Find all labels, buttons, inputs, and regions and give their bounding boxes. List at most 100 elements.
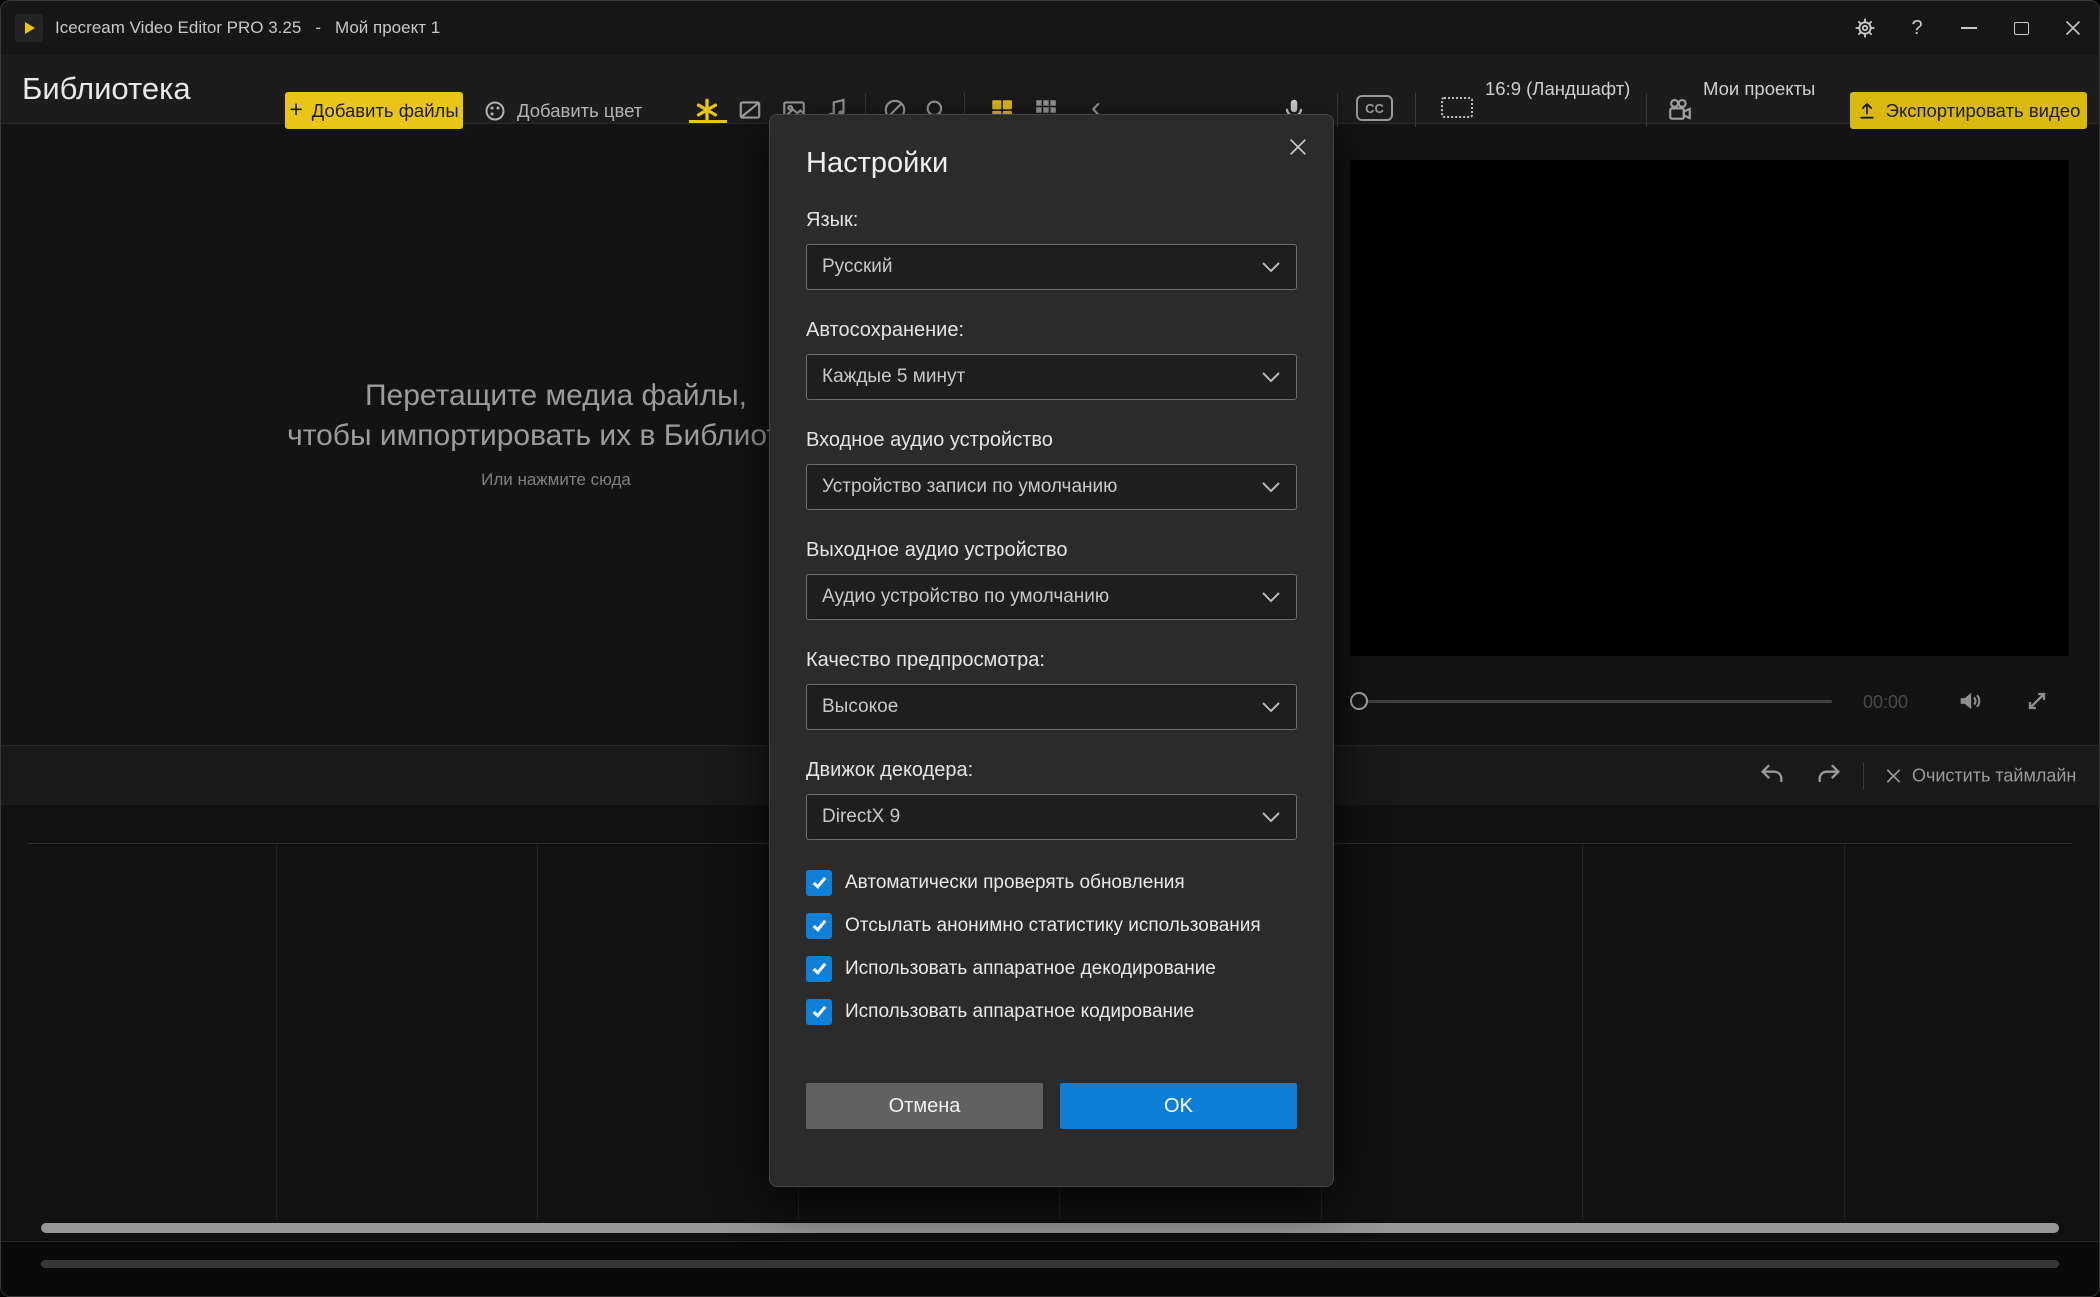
autosave-select[interactable]: Каждые 5 минут <box>806 354 1297 400</box>
fullscreen-button[interactable] <box>2022 687 2052 717</box>
my-projects-button[interactable] <box>1663 93 1697 127</box>
timeline-horizontal-scrollbar[interactable] <box>41 1223 2059 1233</box>
cc-icon: CC <box>1356 95 1393 121</box>
projects-camera-icon <box>1667 97 1693 123</box>
subtitles-button[interactable]: CC <box>1356 95 1393 121</box>
chevron-down-icon <box>1261 261 1281 273</box>
redo-icon <box>1815 760 1843 788</box>
chevron-down-icon <box>1261 371 1281 383</box>
ok-button[interactable]: OK <box>1060 1083 1297 1129</box>
close-icon <box>1287 136 1309 158</box>
palette-icon <box>483 99 507 123</box>
app-logo-icon <box>15 14 43 42</box>
clear-x-icon <box>1885 767 1902 784</box>
titlebar-actions: ? <box>1839 1 2099 55</box>
chevron-down-icon <box>1261 811 1281 823</box>
decoder-engine-field: Движок декодера: DirectX 9 <box>806 759 1297 840</box>
export-icon <box>1857 101 1877 121</box>
checkmark-icon <box>812 874 826 888</box>
hardware-decoding-checkbox[interactable] <box>806 956 832 982</box>
chevron-down-icon <box>1261 481 1281 493</box>
minimize-icon <box>1961 27 1977 29</box>
audio-output-field: Выходное аудио устройство Аудио устройст… <box>806 539 1297 620</box>
language-label: Язык: <box>806 209 1297 232</box>
audio-input-select[interactable]: Устройство записи по умолчанию <box>806 464 1297 510</box>
settings-dialog: Настройки Язык: Русский Автосохранение: … <box>769 114 1334 1187</box>
dialog-buttons: Отмена OK <box>806 1083 1297 1129</box>
send-statistics-checkbox[interactable] <box>806 913 832 939</box>
settings-gear-icon[interactable] <box>1839 1 1891 55</box>
preview-quality-field: Качество предпросмотра: Высокое <box>806 649 1297 730</box>
audio-input-label: Входное аудио устройство <box>806 429 1297 452</box>
dialog-checkboxes: Автоматически проверять обновления Отсыл… <box>806 870 1297 1025</box>
preview-quality-label: Качество предпросмотра: <box>806 649 1297 672</box>
send-statistics-row: Отсылать анонимно статистику использован… <box>806 913 1297 939</box>
fullscreen-icon <box>2023 687 2051 715</box>
audio-input-field: Входное аудио устройство Устройство запи… <box>806 429 1297 510</box>
timeline-gridline <box>537 844 538 1220</box>
transitions-icon <box>737 97 763 123</box>
redo-button[interactable] <box>1811 758 1847 794</box>
selected-tab-indicator <box>689 120 727 123</box>
project-name: Мой проект 1 <box>335 18 440 38</box>
clear-timeline-button[interactable]: Очистить таймлайн <box>1885 765 2076 786</box>
checkmark-icon <box>812 960 826 974</box>
audio-output-label: Выходное аудио устройство <box>806 539 1297 562</box>
checkmark-icon <box>812 1003 826 1017</box>
language-select[interactable]: Русский <box>806 244 1297 290</box>
help-button[interactable]: ? <box>1891 1 1943 55</box>
titlebar: Icecream Video Editor PRO 3.25 - Мой про… <box>1 1 2099 55</box>
bottom-scrollbar[interactable] <box>41 1260 2059 1268</box>
toolbar-divider <box>1646 93 1647 127</box>
plus-icon: + <box>289 98 302 121</box>
dialog-close-button[interactable] <box>1284 134 1312 162</box>
decoder-engine-select[interactable]: DirectX 9 <box>806 794 1297 840</box>
check-updates-row: Автоматически проверять обновления <box>806 870 1297 896</box>
autosave-field: Автосохранение: Каждые 5 минут <box>806 319 1297 400</box>
toolbar-divider <box>1337 93 1338 127</box>
hardware-decoding-row: Использовать аппаратное декодирование <box>806 956 1297 982</box>
video-preview <box>1350 160 2069 656</box>
close-button[interactable] <box>2047 1 2099 55</box>
title-separator: - <box>315 18 321 38</box>
aspect-ratio-label[interactable]: 16:9 (Ландшафт) <box>1485 78 1630 100</box>
autosave-label: Автосохранение: <box>806 319 1297 342</box>
close-icon <box>2062 17 2084 39</box>
window-title: Icecream Video Editor PRO 3.25 - Мой про… <box>55 18 440 38</box>
app-window: Icecream Video Editor PRO 3.25 - Мой про… <box>0 0 2100 1297</box>
preview-controls: 00:00 <box>1350 679 2069 723</box>
library-panel-title: Библиотека <box>22 71 191 107</box>
chevron-down-icon <box>1261 701 1281 713</box>
minimize-button[interactable] <box>1943 1 1995 55</box>
language-field: Язык: Русский <box>806 209 1297 290</box>
maximize-icon <box>2014 22 2029 35</box>
seek-bar[interactable] <box>1360 700 1832 703</box>
aspect-ratio-icon <box>1441 97 1473 118</box>
export-video-button[interactable]: Экспортировать видео <box>1850 92 2087 129</box>
timeline-gridline <box>1844 844 1845 1220</box>
chevron-down-icon <box>1261 591 1281 603</box>
aspect-ratio-button[interactable] <box>1441 97 1473 118</box>
volume-button[interactable] <box>1955 687 1985 717</box>
bottom-band <box>1 1241 2099 1297</box>
hardware-encoding-row: Использовать аппаратное кодирование <box>806 999 1297 1025</box>
maximize-button[interactable] <box>1995 1 2047 55</box>
checkmark-icon <box>812 917 826 931</box>
dialog-title: Настройки <box>806 147 1297 180</box>
undo-button[interactable] <box>1754 758 1790 794</box>
cancel-button[interactable]: Отмена <box>806 1083 1043 1129</box>
transitions-tab[interactable] <box>733 93 767 127</box>
check-updates-checkbox[interactable] <box>806 870 832 896</box>
preview-quality-select[interactable]: Высокое <box>806 684 1297 730</box>
volume-icon <box>1956 687 1984 715</box>
playback-time: 00:00 <box>1863 692 1908 713</box>
toolbar-divider <box>1415 93 1416 127</box>
hardware-encoding-checkbox[interactable] <box>806 999 832 1025</box>
my-projects-label[interactable]: Мои проекты <box>1703 78 1815 100</box>
seek-handle[interactable] <box>1350 692 1368 710</box>
timeline-toolbar-divider <box>1863 762 1864 790</box>
timeline-gridline <box>276 844 277 1220</box>
undo-icon <box>1758 760 1786 788</box>
audio-output-select[interactable]: Аудио устройство по умолчанию <box>806 574 1297 620</box>
app-title: Icecream Video Editor PRO 3.25 <box>55 18 301 38</box>
